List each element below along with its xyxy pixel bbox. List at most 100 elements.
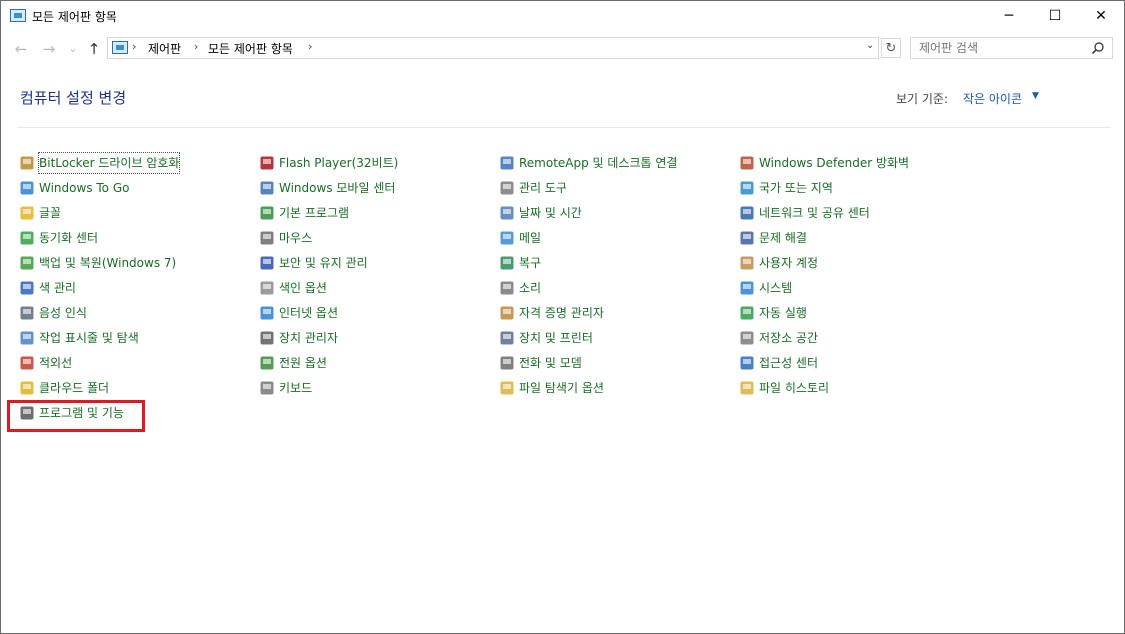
user-accounts-icon: [739, 255, 755, 271]
cp-item-label: 인터넷 옵션: [279, 306, 339, 320]
cp-item-label: Flash Player(32비트): [279, 156, 399, 170]
autoplay-icon: [739, 305, 755, 321]
refresh-button[interactable]: ↻: [881, 38, 901, 58]
backup-restore-icon: [19, 255, 35, 271]
sync-center-icon: [19, 230, 35, 246]
bitlocker-icon: [19, 155, 35, 171]
breadcrumb-control-panel[interactable]: 제어판: [148, 40, 181, 57]
phone-modem-icon: [499, 355, 515, 371]
admin-tools-icon: [499, 180, 515, 196]
cp-item-label: 접근성 센터: [759, 356, 819, 370]
control-panel-icon: [112, 41, 128, 54]
cp-item-label: 장치 및 프린터: [519, 331, 593, 345]
security-maintenance-icon: [259, 255, 275, 271]
default-programs-icon: [259, 205, 275, 221]
troubleshooting-icon: [739, 230, 755, 246]
search-box[interactable]: [910, 37, 1113, 59]
device-manager-icon: [259, 330, 275, 346]
cp-item-label: 네트워크 및 공유 센터: [759, 206, 870, 220]
cp-item-label: 보안 및 유지 관리: [279, 256, 368, 270]
cp-item-label: 시스템: [759, 281, 793, 295]
search-input[interactable]: [919, 40, 1079, 56]
recovery-icon: [499, 255, 515, 271]
system-icon: [739, 280, 755, 296]
power-options-icon: [259, 355, 275, 371]
address-bar[interactable]: › 제어판 › 모든 제어판 항목 › ⌄: [107, 37, 879, 59]
control-panel-icon: [10, 9, 26, 22]
color-management-icon: [19, 280, 35, 296]
cloud-folder-icon: [19, 380, 35, 396]
cp-item-label: 글꼴: [39, 206, 62, 220]
cp-item-label: 음성 인식: [39, 306, 87, 320]
date-time-icon: [499, 205, 515, 221]
breadcrumb-all-items[interactable]: 모든 제어판 항목: [208, 40, 293, 57]
close-button[interactable]: ✕: [1078, 1, 1124, 32]
address-dropdown-button[interactable]: ⌄: [866, 40, 874, 51]
recent-locations-button[interactable]: ⌄: [63, 39, 83, 59]
maximize-button[interactable]: ☐: [1032, 1, 1078, 32]
taskbar-icon: [19, 330, 35, 346]
cp-item-label: 백업 및 복원(Windows 7): [39, 256, 177, 270]
chevron-down-icon[interactable]: ▼: [1032, 91, 1039, 101]
fonts-icon: [19, 205, 35, 221]
mobility-center-icon: [259, 180, 275, 196]
window-title: 모든 제어판 항목: [32, 10, 117, 24]
network-sharing-icon: [739, 205, 755, 221]
breadcrumb-separator[interactable]: ›: [194, 40, 198, 53]
cp-item-label: 색 관리: [39, 281, 76, 295]
cp-item-label: 파일 탐색기 옵션: [519, 381, 604, 395]
cp-item-label: 클라우드 폴더: [39, 381, 110, 395]
internet-options-icon: [259, 305, 275, 321]
view-by-dropdown[interactable]: 작은 아이콘: [963, 90, 1022, 107]
sound-icon: [499, 280, 515, 296]
windows-to-go-icon: [19, 180, 35, 196]
flash-player-icon: [259, 155, 275, 171]
devices-printers-icon: [499, 330, 515, 346]
breadcrumb-separator[interactable]: ›: [132, 40, 136, 53]
cp-item-label: 관리 도구: [519, 181, 567, 195]
mail-icon: [499, 230, 515, 246]
title-bar: 모든 제어판 항목 ─ ☐ ✕: [1, 1, 1124, 32]
keyboard-icon: [259, 380, 275, 396]
cp-item-label: 키보드: [279, 381, 313, 395]
cp-item-label: 복구: [519, 256, 542, 270]
breadcrumb-separator[interactable]: ›: [308, 40, 312, 53]
control-panel-window: 모든 제어판 항목 ─ ☐ ✕ ← → ⌄ ↑ › 제어판 › 모든 제어판 항…: [0, 0, 1125, 634]
search-icon[interactable]: [1091, 41, 1105, 55]
cp-item-label: 파일 히스토리: [759, 381, 830, 395]
storage-spaces-icon: [739, 330, 755, 346]
minimize-button[interactable]: ─: [986, 1, 1032, 32]
cp-item-label: 기본 프로그램: [279, 206, 350, 220]
ease-of-access-icon: [739, 355, 755, 371]
cp-item-label: 국가 또는 지역: [759, 181, 833, 195]
file-explorer-options-icon: [499, 380, 515, 396]
view-by-label: 보기 기준:: [896, 92, 949, 106]
up-button[interactable]: ↑: [84, 39, 104, 59]
cp-item-label: 사용자 계정: [759, 256, 819, 270]
remoteapp-icon: [499, 155, 515, 171]
page-title: 컴퓨터 설정 변경: [20, 89, 127, 107]
cp-item-label: 작업 표시줄 및 탐색: [39, 331, 139, 345]
cp-item-label: 소리: [519, 281, 542, 295]
back-button[interactable]: ←: [11, 39, 31, 59]
cp-item-label: BitLocker 드라이브 암호화: [37, 152, 181, 174]
cp-item-label: 저장소 공간: [759, 331, 819, 345]
cp-item-label: 적외선: [39, 356, 73, 370]
cp-item-label: RemoteApp 및 데스크톱 연결: [519, 156, 678, 170]
cp-item-label: 문제 해결: [759, 231, 807, 245]
cp-item-label: Windows 모바일 센터: [279, 181, 396, 195]
header-divider: [17, 127, 1111, 128]
cp-item-label: 날짜 및 시간: [519, 206, 582, 220]
selection-highlight: [7, 400, 145, 432]
forward-button[interactable]: →: [39, 39, 59, 59]
infrared-icon: [19, 355, 35, 371]
cp-item-label: Windows Defender 방화벽: [759, 156, 910, 170]
credential-manager-icon: [499, 305, 515, 321]
cp-item-label: Windows To Go: [39, 181, 130, 195]
cp-item-label: 메일: [519, 231, 542, 245]
cp-item-label: 자동 실행: [759, 306, 807, 320]
cp-item-label: 동기화 센터: [39, 231, 99, 245]
cp-item-label: 전원 옵션: [279, 356, 327, 370]
cp-item-label: 장치 관리자: [279, 331, 339, 345]
cp-item-label: 마우스: [279, 231, 313, 245]
